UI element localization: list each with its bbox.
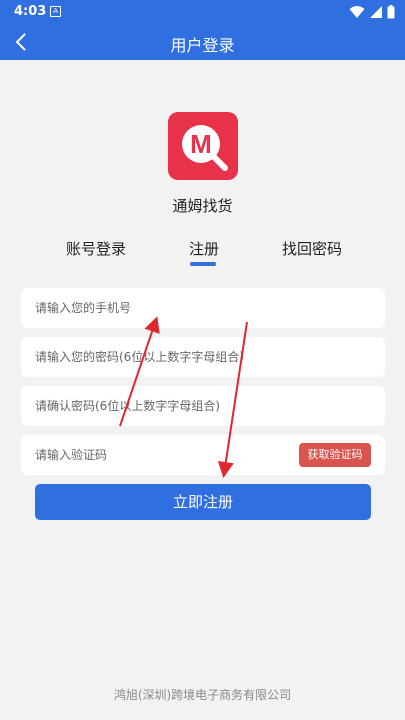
tab-register[interactable]: 注册 — [189, 238, 219, 259]
company-footer: 鸿旭(深圳)跨境电子商务有限公司 — [113, 688, 292, 702]
get-code-button[interactable]: 获取验证码 — [299, 443, 371, 467]
active-tab-indicator — [190, 262, 216, 266]
register-button[interactable]: 立即注册 — [35, 484, 371, 520]
status-bar: 4:03 A — [0, 0, 405, 24]
app-bar: 用户登录 — [0, 24, 405, 60]
phone-input[interactable] — [21, 288, 385, 328]
magnifier-logo-icon: M — [182, 125, 228, 171]
wifi-icon — [349, 6, 365, 18]
password-field — [21, 337, 385, 377]
signal-icon — [370, 6, 382, 18]
notification-icon: A — [50, 6, 61, 17]
app-logo: M — [168, 112, 238, 180]
status-icons — [349, 4, 395, 20]
page-title: 用户登录 — [170, 36, 235, 55]
phone-field — [21, 288, 385, 328]
password-input[interactable] — [21, 337, 385, 377]
battery-icon — [387, 5, 395, 19]
tab-account-login[interactable]: 账号登录 — [66, 238, 126, 259]
confirm-password-field — [21, 386, 385, 426]
tab-recover-password[interactable]: 找回密码 — [282, 238, 342, 259]
brand-name: 通姆找货 — [172, 197, 233, 215]
logo-letter: M — [190, 129, 212, 159]
status-time: 4:03 — [14, 4, 47, 19]
verification-code-input[interactable] — [21, 435, 281, 475]
verification-code-field: 获取验证码 — [21, 435, 385, 475]
confirm-password-input[interactable] — [21, 386, 385, 426]
